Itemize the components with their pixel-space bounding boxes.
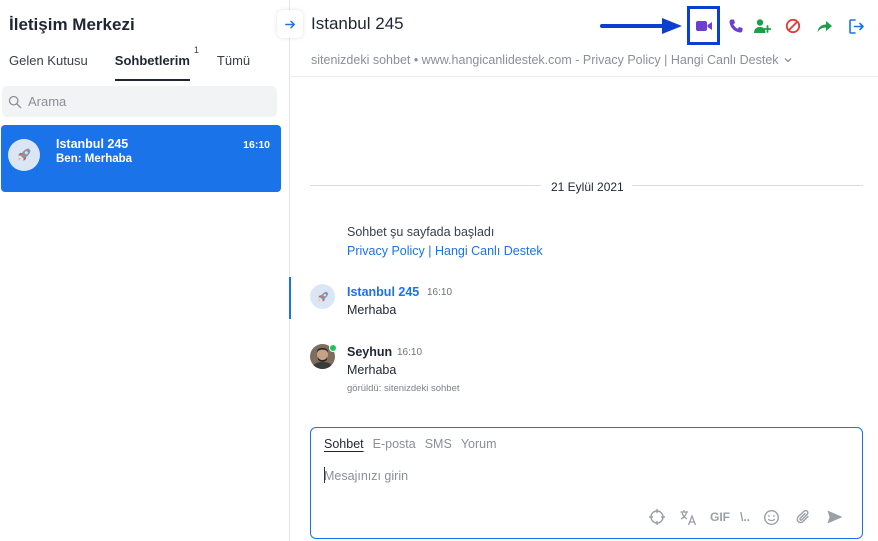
chat-subtitle[interactable]: sitenizdeki sohbet • www.hangicanlideste… (311, 53, 792, 67)
composer-tab-sms[interactable]: SMS (425, 437, 452, 451)
message-text: Merhaba (347, 303, 397, 317)
conversation-time: 16:10 (243, 139, 270, 151)
toggle-sidebar-button[interactable] (277, 10, 303, 38)
composer-tab-chat[interactable]: Sohbet (324, 437, 364, 451)
tab-my-chats-badge: 1 (193, 45, 199, 55)
exit-icon (848, 18, 864, 34)
rocket-avatar-icon (310, 284, 335, 309)
block-button[interactable] (779, 12, 807, 40)
visitor-message-marker (289, 277, 291, 319)
search-input[interactable] (28, 94, 258, 109)
composer-channel-tabs: Sohbet E-posta SMS Yorum (324, 437, 505, 451)
message-time: 16:10 (397, 347, 423, 358)
chevron-down-icon (784, 58, 792, 63)
search-box (2, 86, 277, 117)
forward-button[interactable] (810, 12, 838, 40)
date-divider-right (632, 185, 863, 186)
composer-tab-comment[interactable]: Yorum (461, 437, 497, 451)
annotation-arrow-icon (600, 18, 682, 34)
pane-divider (289, 0, 290, 541)
tab-my-chats[interactable]: Sohbetlerim 1 (114, 45, 199, 81)
conversation-preview: Ben: Merhaba (56, 153, 133, 165)
online-status-indicator (329, 344, 337, 352)
message-sender: Seyhun (347, 345, 393, 359)
chat-started-text: Sohbet şu sayfada başladı (347, 225, 495, 239)
block-icon (785, 18, 801, 34)
chat-subtitle-text: sitenizdeki sohbet • www.hangicanlideste… (311, 53, 779, 67)
search-icon (8, 95, 22, 108)
tab-my-chats-label: Sohbetlerim (114, 53, 190, 68)
message-time: 16:10 (427, 287, 453, 298)
emoji-icon (763, 509, 779, 525)
conversation-list-pane: İletişim Merkezi Gelen Kutusu Sohbetleri… (0, 0, 289, 541)
agent-avatar (310, 344, 337, 369)
add-user-button[interactable] (748, 12, 776, 40)
canned-target-button[interactable] (646, 506, 668, 528)
message-text: Merhaba (347, 363, 397, 377)
attach-button[interactable] (792, 506, 814, 528)
date-divider-left (310, 185, 541, 186)
conversation-item[interactable]: Istanbul 245 Ben: Merhaba 16:10 (1, 125, 281, 192)
sidebar-tabs: Gelen Kutusu Sohbetlerim 1 Tümü (9, 45, 277, 81)
date-separator: 21 Eylül 2021 (551, 180, 624, 194)
gif-button[interactable]: GIF (710, 506, 730, 528)
paperclip-icon (796, 509, 809, 523)
video-call-button[interactable] (687, 6, 720, 45)
message-sender: Istanbul 245 (347, 285, 420, 299)
tab-inbox[interactable]: Gelen Kutusu (9, 53, 88, 75)
send-button[interactable] (824, 506, 846, 528)
message-seen-status: görüldü: sitenizdeki sohbet (347, 383, 460, 394)
forward-icon (817, 20, 832, 32)
voice-call-button[interactable] (722, 12, 750, 40)
rocket-avatar-icon (8, 139, 40, 171)
composer-tab-email[interactable]: E-posta (373, 437, 416, 451)
shortcut-button[interactable]: \.. (740, 506, 750, 528)
message-composer: Sohbet E-posta SMS Yorum GIF \.. (310, 427, 863, 539)
add-user-icon (754, 19, 771, 33)
message-input[interactable] (324, 465, 844, 487)
crosshair-icon (648, 509, 665, 525)
text-cursor (324, 467, 325, 483)
exit-chat-button[interactable] (842, 12, 870, 40)
conversation-name: Istanbul 245 (56, 137, 129, 151)
chat-started-page-link[interactable]: Privacy Policy | Hangi Canlı Destek (347, 244, 543, 258)
translate-button[interactable] (678, 506, 700, 528)
sidebar-title: İletişim Merkezi (9, 15, 135, 34)
composer-toolbar: GIF \.. (636, 506, 846, 528)
emoji-button[interactable] (760, 506, 782, 528)
arrow-right-icon (284, 20, 295, 28)
send-icon (827, 510, 843, 524)
header-divider (290, 76, 878, 77)
translate-icon (680, 509, 697, 525)
video-call-icon (695, 20, 712, 31)
tab-all[interactable]: Tümü (217, 53, 250, 75)
chat-title: Istanbul 245 (311, 14, 404, 33)
phone-icon (729, 19, 743, 33)
